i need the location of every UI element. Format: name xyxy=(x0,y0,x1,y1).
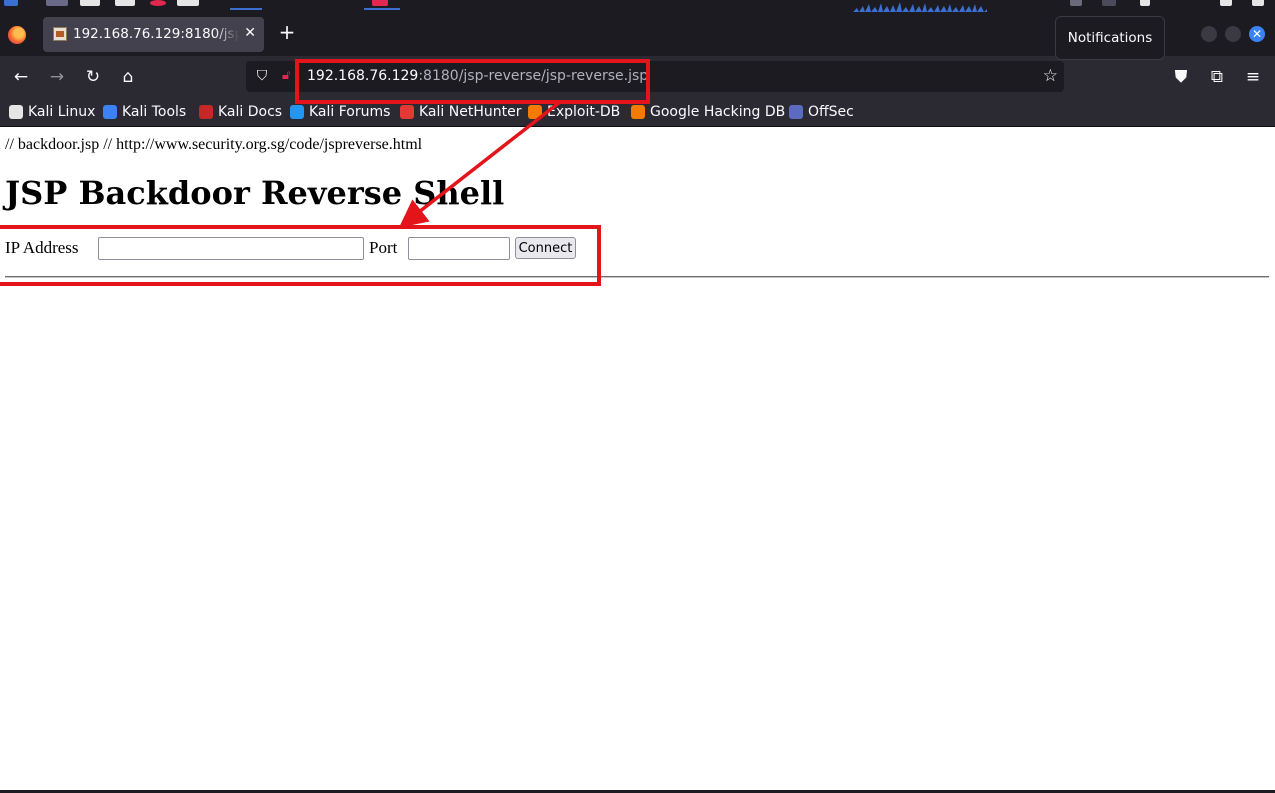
taskbar-app-icon[interactable] xyxy=(372,0,388,6)
system-taskbar xyxy=(0,0,1275,12)
exploit-db-icon xyxy=(528,105,542,119)
bookmark-kali-nethunter[interactable]: Kali NetHunter xyxy=(400,103,521,121)
bookmark-kali-forums[interactable]: Kali Forums xyxy=(290,103,390,121)
address-bar[interactable]: ⛉ 🔓︎ 192.168.76.129:8180/jsp-reverse/jsp… xyxy=(246,61,1064,92)
navigation-toolbar: ← → ↻ ⌂ ⛉ 🔓︎ 192.168.76.129:8180/jsp-rev… xyxy=(0,56,1275,98)
ip-address-label: IP Address xyxy=(5,238,79,257)
close-window-button[interactable]: ✕ xyxy=(1249,26,1265,42)
notifications-tooltip: Notifications xyxy=(1055,16,1165,60)
firefox-menu-icon[interactable] xyxy=(8,26,26,44)
extensions-icon[interactable]: ⧉ xyxy=(1206,66,1228,88)
taskbar-tray-icon[interactable] xyxy=(1140,0,1150,6)
new-tab-button[interactable]: + xyxy=(277,22,297,42)
bookmark-google-hacking-db[interactable]: Google Hacking DB xyxy=(631,103,785,121)
taskbar-app-icon[interactable] xyxy=(4,0,18,6)
taskbar-app-icon[interactable] xyxy=(80,0,100,6)
taskbar-app-icon[interactable] xyxy=(46,0,68,6)
hamburger-menu-icon[interactable]: ≡ xyxy=(1242,66,1264,88)
source-comment: // backdoor.jsp // http://www.security.o… xyxy=(5,136,423,153)
back-arrow-icon[interactable]: ← xyxy=(10,66,32,88)
kali-forums-icon xyxy=(290,105,304,119)
taskbar-active-indicator xyxy=(364,8,400,10)
bookmark-kali-linux[interactable]: Kali Linux xyxy=(9,103,95,121)
url-text[interactable]: 192.168.76.129:8180/jsp-reverse/jsp-reve… xyxy=(307,68,648,84)
page-heading: JSP Backdoor Reverse Shell xyxy=(5,174,505,212)
url-path: :8180/jsp-reverse/jsp-reverse.jsp xyxy=(418,68,649,84)
insecure-lock-icon[interactable]: 🔓︎ xyxy=(282,67,294,85)
taskbar-app-icon[interactable] xyxy=(115,0,135,6)
taskbar-tray-icon[interactable] xyxy=(1220,0,1232,6)
taskbar-tray-icon[interactable] xyxy=(1070,0,1082,6)
port-label: Port xyxy=(369,238,398,257)
maximize-window-button[interactable] xyxy=(1225,26,1241,42)
page-content: // backdoor.jsp // http://www.security.o… xyxy=(0,128,1275,793)
ghdb-icon xyxy=(631,105,645,119)
nethunter-icon xyxy=(400,105,414,119)
bookmarks-toolbar: Kali Linux Kali Tools Kali Docs Kali For… xyxy=(0,98,1275,127)
cpu-usage-graph xyxy=(853,2,987,12)
port-input[interactable] xyxy=(408,237,510,260)
kali-dragon-icon xyxy=(9,105,23,119)
taskbar-tray-icon[interactable] xyxy=(1252,0,1264,6)
ip-address-input[interactable] xyxy=(98,237,364,260)
url-host: 192.168.76.129 xyxy=(307,68,419,84)
reload-icon[interactable]: ↻ xyxy=(82,66,104,88)
tab-close-icon[interactable]: ✕ xyxy=(244,25,256,41)
tracking-protection-shield-icon[interactable]: ⛉ xyxy=(254,67,270,85)
bookmark-star-icon[interactable]: ☆ xyxy=(1043,66,1058,86)
offsec-icon xyxy=(789,105,803,119)
bookmark-kali-docs[interactable]: Kali Docs xyxy=(199,103,282,121)
pocket-icon[interactable]: ⛊ xyxy=(1170,66,1192,88)
bookmark-exploit-db[interactable]: Exploit-DB xyxy=(528,103,620,121)
horizontal-rule xyxy=(5,276,1269,278)
forward-arrow-icon[interactable]: → xyxy=(46,66,68,88)
taskbar-app-icon[interactable] xyxy=(150,0,166,6)
connect-button[interactable]: Connect xyxy=(515,237,576,259)
taskbar-tray-icon[interactable] xyxy=(1102,0,1116,6)
bookmark-offsec[interactable]: OffSec xyxy=(789,103,854,121)
taskbar-active-indicator xyxy=(230,8,262,10)
kali-docs-icon xyxy=(199,105,213,119)
kali-tools-icon xyxy=(103,105,117,119)
tomcat-favicon-icon xyxy=(53,27,67,41)
home-icon[interactable]: ⌂ xyxy=(117,66,139,88)
tab-title: 192.168.76.129:8180/jsp-reverse/jsp-reve… xyxy=(73,26,239,42)
taskbar-app-icon[interactable] xyxy=(177,0,199,6)
minimize-window-button[interactable] xyxy=(1201,26,1217,42)
bookmark-kali-tools[interactable]: Kali Tools xyxy=(103,103,186,121)
tab-jsp-reverse[interactable]: 192.168.76.129:8180/jsp-reverse/jsp-reve… xyxy=(43,17,264,52)
